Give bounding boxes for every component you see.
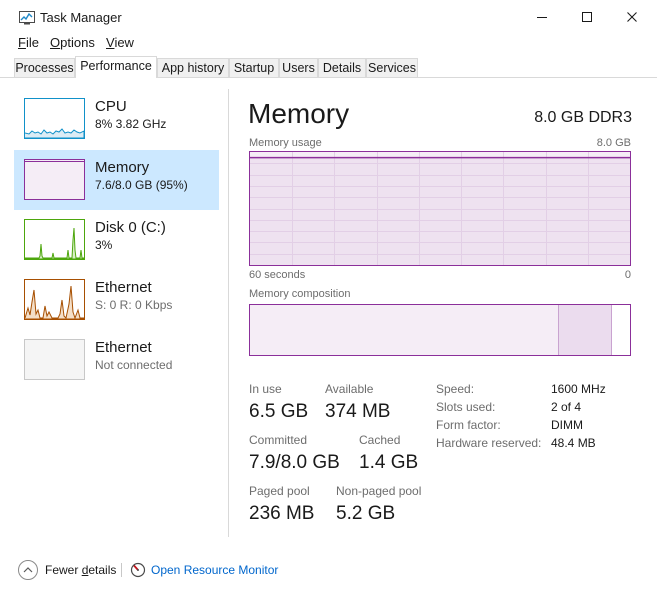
memory-usage-grid <box>250 152 630 265</box>
tab-details[interactable]: Details <box>318 58 366 77</box>
tab-strip: Processes Performance App history Startu… <box>0 56 657 78</box>
chevron-up-icon <box>23 567 33 573</box>
menu-options[interactable]: Options <box>50 35 95 50</box>
window-title: Task Manager <box>40 10 122 25</box>
resource-item-disk[interactable]: Disk 0 (C:) 3% <box>14 210 219 270</box>
cached-value: 1.4 GB <box>359 452 419 473</box>
memory-label: Memory <box>95 159 150 176</box>
ethernet-2-label: Ethernet <box>95 339 152 356</box>
tab-performance[interactable]: Performance <box>75 56 157 78</box>
pane-divider <box>228 89 229 537</box>
resource-item-ethernet-2[interactable]: Ethernet Not connected <box>14 330 219 390</box>
tab-processes[interactable]: Processes <box>14 58 75 77</box>
composition-standby-segment[interactable] <box>559 305 612 355</box>
close-button[interactable] <box>609 0 655 34</box>
memory-usage-max-label: 8.0 GB <box>596 137 631 149</box>
maximize-icon <box>582 12 592 22</box>
cpu-label: CPU <box>95 98 127 115</box>
fewer-details-circle <box>18 560 38 580</box>
memory-usage-graph <box>249 151 631 266</box>
minimize-button[interactable] <box>519 0 565 34</box>
paged-pool-value: 236 MB <box>249 503 315 524</box>
tab-services[interactable]: Services <box>366 58 418 77</box>
cpu-sparkline <box>25 128 84 138</box>
non-paged-pool-value: 5.2 GB <box>336 503 396 524</box>
cached-label: Cached <box>359 433 401 447</box>
memory-composition-bar <box>249 304 631 356</box>
committed-value: 7.9/8.0 GB <box>249 452 340 473</box>
menu-file[interactable]: File <box>18 35 39 50</box>
speed-value: 1600 MHz <box>551 382 606 396</box>
resource-item-ethernet-1[interactable]: Ethernet S: 0 R: 0 Kbps <box>14 270 219 330</box>
memory-composition-label: Memory composition <box>249 288 351 300</box>
disk-usage-text: 3% <box>95 238 113 252</box>
tab-startup[interactable]: Startup <box>229 58 279 77</box>
ethernet-2-thumbnail-graph <box>24 339 85 380</box>
form-factor-value: DIMM <box>551 418 583 432</box>
ethernet-throughput-text: S: 0 R: 0 Kbps <box>95 298 173 312</box>
fewer-details-label: Fewer details <box>45 563 117 577</box>
disk-sparkline <box>25 227 84 259</box>
speed-label: Speed: <box>436 382 475 396</box>
maximize-button[interactable] <box>564 0 610 34</box>
title-bar: Task Manager <box>0 0 657 34</box>
composition-in-use-segment[interactable] <box>250 305 559 355</box>
available-label: Available <box>325 382 374 396</box>
time-zero-label: 0 <box>624 269 631 281</box>
disk-label: Disk 0 (C:) <box>95 219 166 236</box>
ethernet-label: Ethernet <box>95 279 152 296</box>
open-resource-monitor-link[interactable]: Open Resource Monitor <box>151 563 278 577</box>
resource-item-cpu[interactable]: CPU 8% 3.82 GHz <box>14 89 219 149</box>
cpu-usage-text: 8% 3.82 GHz <box>95 117 167 131</box>
available-value: 374 MB <box>325 401 391 422</box>
resource-monitor-icon[interactable] <box>130 562 146 578</box>
tab-app-history[interactable]: App history <box>157 58 229 77</box>
memory-thumbnail-line <box>25 161 84 162</box>
tab-users[interactable]: Users <box>279 58 318 77</box>
close-icon <box>627 12 637 22</box>
slots-used-value: 2 of 4 <box>551 400 582 414</box>
footer-separator <box>121 563 122 577</box>
memory-thumbnail-graph <box>24 159 85 200</box>
resource-list: CPU 8% 3.82 GHz Memory 7.6/8.0 GB (95%) … <box>14 89 219 389</box>
menu-view[interactable]: View <box>106 35 134 50</box>
time-span-label: 60 seconds <box>249 269 306 281</box>
resource-item-memory[interactable]: Memory 7.6/8.0 GB (95%) <box>14 150 219 210</box>
ethernet-thumbnail-graph <box>24 279 85 320</box>
menu-bar: File Options View <box>0 34 657 54</box>
memory-usage-label: Memory usage <box>249 137 322 149</box>
form-factor-label: Form factor: <box>436 418 501 432</box>
memory-usage-text: 7.6/8.0 GB (95%) <box>95 178 188 192</box>
disk-thumbnail-graph <box>24 219 85 260</box>
non-paged-pool-label: Non-paged pool <box>336 484 422 498</box>
committed-label: Committed <box>249 433 308 447</box>
hardware-reserved-value: 48.4 MB <box>551 436 596 450</box>
memory-total-capacity: 8.0 GB DDR3 <box>534 109 632 126</box>
usage-area <box>250 157 630 265</box>
cpu-thumbnail-graph <box>24 98 85 139</box>
in-use-value: 6.5 GB <box>249 401 309 422</box>
ethernet-sparkline <box>25 285 84 319</box>
composition-free-segment[interactable] <box>612 305 630 355</box>
minimize-icon <box>537 17 547 18</box>
ethernet-2-status-text: Not connected <box>95 358 173 372</box>
task-manager-icon <box>19 11 35 25</box>
page-title: Memory <box>248 98 350 129</box>
slots-used-label: Slots used: <box>436 400 496 414</box>
hardware-reserved-label: Hardware reserved: <box>436 436 542 450</box>
in-use-label: In use <box>249 382 282 396</box>
paged-pool-label: Paged pool <box>249 484 310 498</box>
